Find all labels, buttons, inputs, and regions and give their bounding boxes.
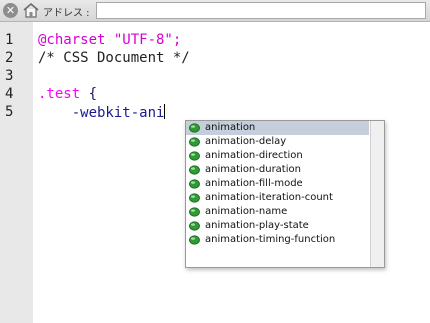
autocomplete-item[interactable]: animation-delay xyxy=(186,135,369,149)
autocomplete-item[interactable]: animation-duration xyxy=(186,163,369,177)
close-circle-icon[interactable]: ✕ xyxy=(3,3,18,18)
brace-token: { xyxy=(80,86,98,102)
autocomplete-item-label: animation-name xyxy=(205,206,288,217)
text-caret xyxy=(164,104,166,119)
autocomplete-item[interactable]: animation-play-state xyxy=(186,219,369,233)
code-line-5[interactable]: -webkit-ani xyxy=(38,104,166,121)
at-rule-token: @charset "UTF-8"; xyxy=(38,32,182,48)
property-token: -webkit-ani xyxy=(71,105,165,121)
line-number: 1 xyxy=(5,32,14,48)
autocomplete-item[interactable]: animation-fill-mode xyxy=(186,177,369,191)
autocomplete-item[interactable]: animation-direction xyxy=(186,149,369,163)
address-toolbar: ✕ アドレス : xyxy=(0,0,430,22)
autocomplete-item[interactable]: animation-iteration-count xyxy=(186,191,369,205)
css-property-icon xyxy=(189,193,200,203)
home-icon[interactable] xyxy=(22,2,40,19)
autocomplete-item[interactable]: animation xyxy=(186,121,369,135)
autocomplete-list: animation animation-delay animation-direct… xyxy=(186,121,369,247)
selector-token: .test xyxy=(38,86,81,102)
autocomplete-item[interactable]: animation-timing-function xyxy=(186,233,369,247)
autocomplete-item-label: animation-fill-mode xyxy=(205,178,303,189)
autocomplete-item-label: animation-delay xyxy=(205,136,287,147)
address-label: アドレス : xyxy=(43,8,90,19)
css-property-icon xyxy=(189,137,200,147)
line-number-gutter: 1 2 3 4 5 xyxy=(0,22,33,323)
css-property-icon xyxy=(189,179,200,189)
line-number: 5 xyxy=(5,104,14,120)
code-line-4[interactable]: .test { xyxy=(38,86,97,102)
autocomplete-item-label: animation xyxy=(205,122,256,133)
autocomplete-scrollbar[interactable] xyxy=(370,121,384,267)
css-property-icon xyxy=(189,221,200,231)
line-number: 2 xyxy=(5,50,14,66)
autocomplete-item-label: animation-direction xyxy=(205,150,303,161)
autocomplete-item-label: animation-play-state xyxy=(205,220,309,231)
code-line-1[interactable]: @charset "UTF-8"; xyxy=(38,32,181,48)
css-property-icon xyxy=(189,123,200,133)
autocomplete-item-label: animation-iteration-count xyxy=(205,192,333,203)
line-number: 4 xyxy=(5,86,14,102)
line-number: 3 xyxy=(5,68,14,84)
autocomplete-popup: animation animation-delay animation-direct… xyxy=(185,120,385,268)
css-property-icon xyxy=(189,235,200,245)
address-input[interactable] xyxy=(96,2,426,19)
autocomplete-item-label: animation-duration xyxy=(205,164,301,175)
autocomplete-item-label: animation-timing-function xyxy=(205,234,336,245)
css-property-icon xyxy=(189,165,200,175)
comment-token: /* CSS Document */ xyxy=(38,50,190,66)
css-property-icon xyxy=(189,151,200,161)
autocomplete-item[interactable]: animation-name xyxy=(186,205,369,219)
css-property-icon xyxy=(189,207,200,217)
code-line-2[interactable]: /* CSS Document */ xyxy=(38,50,190,66)
